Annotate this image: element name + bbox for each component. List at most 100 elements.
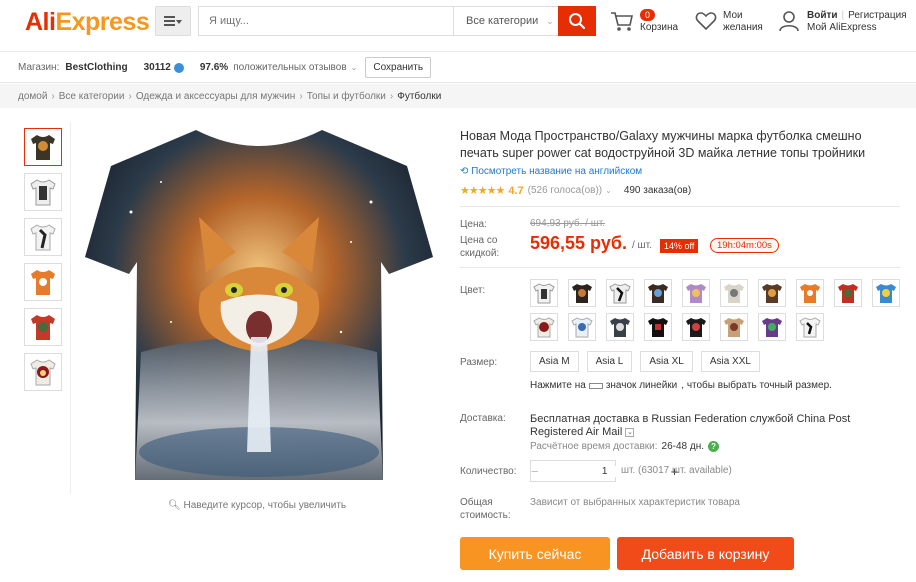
- chevron-down-icon: ⌄: [605, 186, 612, 195]
- product-info: Новая Мода Пространство/Galaxy мужчины м…: [460, 122, 910, 582]
- color-swatch[interactable]: [530, 313, 558, 341]
- rating-votes[interactable]: (526 голоса(ов)): [528, 185, 603, 196]
- total-label: Общая стоимость:: [460, 497, 511, 521]
- rating-stars-icon: ★★★★★: [460, 185, 505, 197]
- color-swatch[interactable]: [720, 313, 748, 341]
- login-link[interactable]: Войти: [807, 10, 838, 21]
- magnifier-icon: 🔍︎: [168, 500, 181, 511]
- breadcrumb-mens-clothing[interactable]: Одежда и аксессуары для мужчин: [136, 91, 296, 102]
- color-label: Цвет:: [460, 285, 486, 296]
- gallery-thumb-4[interactable]: [24, 263, 62, 301]
- color-swatch[interactable]: [568, 279, 596, 307]
- store-name[interactable]: BestClothing: [65, 62, 127, 73]
- size-options: Asia M Asia L Asia XL Asia XXL: [530, 351, 760, 372]
- main-product-image[interactable]: [70, 122, 446, 494]
- color-swatch[interactable]: [872, 279, 900, 307]
- register-link[interactable]: Регистрация: [848, 10, 906, 21]
- tshirt-thumb-icon: [30, 359, 56, 386]
- buy-now-button[interactable]: Купить сейчас: [460, 537, 610, 570]
- breadcrumb: домой › Все категории › Одежда и аксессуар…: [0, 84, 916, 108]
- color-swatch[interactable]: [758, 313, 786, 341]
- store-bar: Магазин: BestClothing 30112 97.6% положи…: [0, 53, 916, 83]
- ruler-icon[interactable]: [588, 382, 603, 389]
- aliexpress-logo[interactable]: AliExpress: [25, 8, 150, 37]
- quantity-label: Количество:: [460, 466, 517, 477]
- discount-badge: 14% off: [660, 239, 699, 253]
- size-option-m[interactable]: Asia M: [530, 351, 579, 372]
- search-bar: Все категории ⌄: [198, 6, 558, 36]
- gallery-thumb-5[interactable]: [24, 308, 62, 346]
- cart-link[interactable]: 0 Корзина: [610, 8, 690, 38]
- divider: [460, 267, 900, 268]
- gallery-thumb-3[interactable]: [24, 218, 62, 256]
- help-icon[interactable]: ?: [708, 441, 720, 452]
- color-swatch[interactable]: [530, 279, 558, 307]
- wishlist-link[interactable]: Мои желания: [695, 8, 775, 38]
- size-option-l[interactable]: Asia L: [586, 351, 633, 372]
- size-option-xl[interactable]: Asia XL: [640, 351, 693, 372]
- site-header: AliExpress Все категории ⌄ 0 Корзина: [0, 0, 916, 52]
- size-hint: Нажмите на значок линейки , чтобы выбрат…: [530, 380, 832, 391]
- color-swatch[interactable]: [606, 279, 634, 307]
- account-area: Войти | Регистрация Мой AliExpress: [778, 8, 914, 38]
- search-category-select[interactable]: Все категории ⌄: [453, 7, 558, 35]
- search-input[interactable]: [199, 7, 453, 35]
- breadcrumb-tops[interactable]: Топы и футболки: [307, 91, 386, 102]
- positive-feedback-pct: 97.6%: [199, 62, 229, 73]
- current-price: 596,55 руб.: [530, 233, 627, 253]
- translate-icon: ⟲: [460, 166, 469, 177]
- shipping-label: Доставка:: [460, 413, 506, 424]
- breadcrumb-tshirts[interactable]: Футболки: [397, 91, 441, 102]
- color-swatch[interactable]: [644, 279, 672, 307]
- gallery-thumb-2[interactable]: [24, 173, 62, 211]
- wishlist-label-line1: Мои: [723, 10, 743, 21]
- user-icon: [779, 11, 799, 32]
- tshirt-thumb-icon: [30, 224, 56, 251]
- color-swatch[interactable]: [720, 279, 748, 307]
- color-swatch[interactable]: [796, 279, 824, 307]
- cart-count-badge: 0: [640, 9, 656, 21]
- size-option-xxl[interactable]: Asia XXL: [700, 351, 760, 372]
- save-store-button[interactable]: Сохранить: [365, 57, 432, 78]
- tshirt-thumb-icon: [30, 179, 56, 206]
- breadcrumb-home[interactable]: домой: [18, 91, 47, 102]
- color-swatch[interactable]: [606, 313, 634, 341]
- minus-icon[interactable]: −: [531, 464, 539, 479]
- store-score: 30112: [143, 62, 171, 73]
- shipping-method[interactable]: Бесплатная доставка в Russian Federation…: [530, 413, 905, 439]
- search-button[interactable]: [558, 6, 596, 36]
- gallery-thumb-6[interactable]: [24, 353, 62, 391]
- my-aliexpress-link[interactable]: Мой AliExpress: [807, 22, 877, 33]
- color-swatch[interactable]: [568, 313, 596, 341]
- color-swatch[interactable]: [644, 313, 672, 341]
- gallery-thumb-1[interactable]: [24, 128, 62, 166]
- add-to-cart-button[interactable]: Добавить в корзину: [617, 537, 794, 570]
- quantity-stepper: − +: [530, 460, 678, 482]
- chevron-down-icon: ⌄: [625, 427, 635, 437]
- discount-price-label: Цена со скидкой:: [460, 235, 500, 259]
- size-label: Размер:: [460, 357, 498, 368]
- rating-score: 4.7: [508, 184, 524, 197]
- category-menu-button[interactable]: [155, 6, 191, 36]
- translate-title-link[interactable]: ⟲ Посмотреть название на английском: [460, 166, 642, 177]
- store-label: Магазин:: [18, 62, 60, 73]
- zoom-hint: 🔍︎ Наведите курсор, чтобы увеличить: [168, 500, 347, 511]
- cart-icon: [611, 12, 633, 31]
- search-icon: [569, 13, 586, 30]
- tshirt-thumb-icon: [31, 315, 55, 340]
- chevron-down-icon: ⌄: [350, 63, 358, 72]
- heart-icon: [695, 12, 717, 31]
- breadcrumb-all-categories[interactable]: Все категории: [59, 91, 125, 102]
- color-swatch[interactable]: [682, 279, 710, 307]
- color-swatch[interactable]: [682, 313, 710, 341]
- color-swatch[interactable]: [834, 279, 862, 307]
- cart-label: Корзина: [640, 22, 679, 33]
- product-rating: ★★★★★ 4.7 (526 голоса(ов)) ⌄ 490 заказа(…: [460, 184, 692, 198]
- orders-count: 490 заказа(ов): [623, 185, 692, 196]
- color-swatch[interactable]: [758, 279, 786, 307]
- color-swatch[interactable]: [796, 313, 824, 341]
- chevron-down-icon: ⌄: [546, 15, 554, 26]
- tshirt-thumb-icon: [31, 135, 55, 160]
- price-label: Цена:: [460, 219, 487, 230]
- positive-feedback-label[interactable]: положительных отзывов: [233, 62, 346, 73]
